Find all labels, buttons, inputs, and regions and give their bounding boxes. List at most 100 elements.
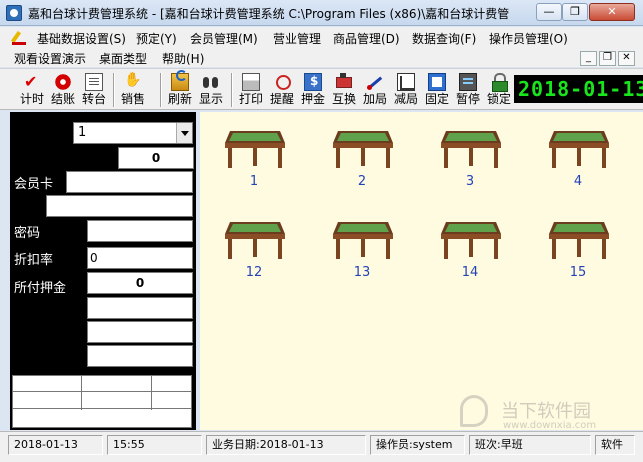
blank-field-1[interactable] — [87, 297, 193, 319]
left-panel: 1 0 会员卡 密码 折扣率 0 所付押金 0 — [10, 112, 196, 430]
lock-button[interactable]: 锁定 — [483, 71, 515, 109]
print-label: 打印 — [238, 92, 263, 106]
billiard-table-14[interactable]: 14 — [430, 207, 510, 287]
mdi-restore-button[interactable]: ❐ — [599, 51, 616, 66]
menu-business-management[interactable]: 营业管理 — [273, 30, 321, 47]
toolbar-separator — [231, 73, 233, 107]
led-clock: 2018-01-13 — [514, 75, 643, 103]
billiard-table-1[interactable]: 1 — [214, 116, 294, 196]
swap-icon — [335, 73, 353, 91]
billiard-table-12[interactable]: 12 — [214, 207, 294, 287]
table-area: 1 2 3 4 12 13 14 15 — [200, 112, 643, 430]
billiard-table-icon — [333, 131, 393, 168]
chevron-down-icon[interactable] — [176, 123, 192, 143]
status-bar: 2018-01-13 15:55 业务日期:2018-01-13 操作员:sys… — [0, 431, 643, 462]
menu-help[interactable]: 帮助(H) — [162, 50, 204, 67]
billiard-table-13[interactable]: 13 — [322, 207, 402, 287]
billiard-table-icon — [225, 131, 285, 168]
table-number-label: 2 — [357, 174, 367, 189]
mdi-minimize-button[interactable]: _ — [580, 51, 597, 66]
refresh-label: 刷新 — [167, 92, 192, 106]
minimize-button[interactable]: — — [536, 3, 562, 21]
app-icon — [6, 5, 22, 21]
start-timing-button[interactable]: 计时 — [16, 71, 48, 109]
deposit-button[interactable]: 押金 — [297, 71, 329, 109]
reduce-round-button[interactable]: 减局 — [390, 71, 422, 109]
reminder-button[interactable]: 提醒 — [266, 71, 298, 109]
billiard-table-icon — [333, 222, 393, 259]
deposit-paid-label: 所付押金 — [14, 277, 67, 296]
status-shift: 班次:早班 — [469, 435, 591, 455]
table-number-label: 3 — [465, 174, 475, 189]
maximize-button[interactable]: ❐ — [562, 3, 588, 21]
billiard-table-icon — [549, 131, 609, 168]
checkout-button[interactable]: 结账 — [47, 71, 79, 109]
display-label: 显示 — [198, 92, 223, 106]
watermark: 当下软件园 www.downxia.com — [455, 395, 640, 433]
menu-member-management[interactable]: 会员管理(M) — [190, 30, 258, 47]
fixed-button[interactable]: 固定 — [421, 71, 453, 109]
mini-grid[interactable] — [12, 375, 192, 428]
sales-button[interactable]: 销售 — [117, 71, 149, 109]
menu-operator-management[interactable]: 操作员管理(O) — [489, 30, 568, 47]
menu-reservation[interactable]: 预定(Y) — [136, 30, 177, 47]
refresh-icon — [171, 70, 189, 91]
menu-data-query[interactable]: 数据查询(F) — [412, 30, 476, 47]
close-button[interactable]: ✕ — [589, 3, 635, 21]
window-title: 嘉和台球计费管理系统 - [嘉和台球计费管理系统 C:\Program File… — [28, 7, 510, 21]
document-icon — [85, 73, 103, 91]
reduce-round-icon — [397, 73, 415, 91]
title-bar: 嘉和台球计费管理系统 - [嘉和台球计费管理系统 C:\Program File… — [0, 0, 643, 26]
blank-field-2[interactable] — [87, 321, 193, 343]
toolbar: 计时 结账 转台 销售 刷新 显示 打印 提醒 押金 互换 加局 — [0, 68, 643, 110]
password-input[interactable] — [87, 220, 193, 242]
reduce-round-label: 减局 — [393, 92, 418, 106]
menu-goods-management[interactable]: 商品管理(D) — [333, 30, 400, 47]
binoculars-icon — [202, 73, 220, 91]
status-date: 2018-01-13 — [8, 435, 103, 455]
print-button[interactable]: 打印 — [235, 71, 267, 109]
deposit-paid-input[interactable]: 0 — [87, 272, 193, 294]
add-round-button[interactable]: 加局 — [359, 71, 391, 109]
display-button[interactable]: 显示 — [195, 71, 227, 109]
billiard-table-3[interactable]: 3 — [430, 116, 510, 196]
mdi-close-button[interactable]: ✕ — [618, 51, 635, 66]
pause-button[interactable]: 暂停 — [452, 71, 484, 109]
table-number-label: 13 — [353, 265, 371, 280]
menu-table-type[interactable]: 桌面类型 — [99, 50, 147, 67]
swap-button[interactable]: 互换 — [328, 71, 360, 109]
table-number-value: 1 — [78, 125, 87, 140]
billiard-table-15[interactable]: 15 — [538, 207, 618, 287]
mini-grid-header — [13, 376, 191, 392]
swap-label: 互换 — [331, 92, 356, 106]
refresh-button[interactable]: 刷新 — [164, 70, 196, 109]
start-timing-label: 计时 — [19, 92, 44, 106]
checkout-label: 结账 — [50, 92, 75, 106]
billiard-table-2[interactable]: 2 — [322, 116, 402, 196]
table-number-label: 15 — [569, 265, 587, 280]
fixed-icon — [428, 73, 446, 91]
table-number-select[interactable]: 1 — [73, 122, 193, 144]
sales-label: 销售 — [120, 92, 145, 106]
billiard-table-icon — [549, 222, 609, 259]
menu-basic-settings[interactable]: 基础数据设置(S) — [37, 30, 126, 47]
pencil-icon — [12, 31, 28, 45]
discount-input[interactable]: 0 — [87, 247, 193, 269]
menu-watch-demo[interactable]: 观看设置演示 — [14, 50, 86, 67]
amount-field[interactable]: 0 — [118, 147, 194, 169]
mini-grid-row[interactable] — [13, 393, 191, 409]
member-name-input[interactable] — [46, 195, 193, 217]
mini-grid-column-divider — [151, 376, 152, 410]
blank-field-3[interactable] — [87, 345, 193, 367]
pause-label: 暂停 — [455, 92, 480, 106]
table-number-label: 14 — [461, 265, 479, 280]
add-round-icon — [366, 73, 384, 91]
member-card-input[interactable] — [66, 171, 193, 193]
transfer-table-button[interactable]: 转台 — [78, 71, 110, 109]
status-software: 软件 — [595, 435, 635, 455]
password-label: 密码 — [14, 222, 41, 241]
status-operator: 操作员:system — [370, 435, 465, 455]
billiard-table-4[interactable]: 4 — [538, 116, 618, 196]
menu-bar: 基础数据设置(S) 预定(Y) 会员管理(M) 营业管理 商品管理(D) 数据查… — [0, 27, 643, 67]
deposit-label: 押金 — [300, 92, 325, 106]
